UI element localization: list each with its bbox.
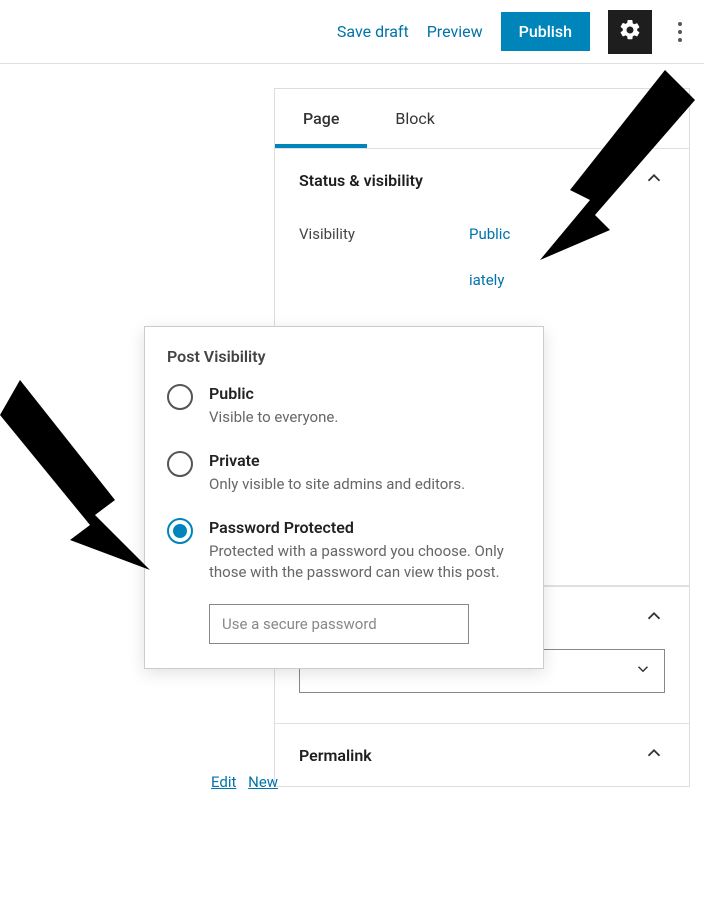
save-draft-button[interactable]: Save draft — [337, 22, 409, 41]
visibility-option-public[interactable]: Public Visible to everyone. — [167, 384, 521, 429]
permalink-section: Permalink — [275, 723, 689, 786]
option-desc: Only visible to site admins and editors. — [209, 474, 465, 496]
section-title: Permalink — [299, 746, 372, 765]
option-label: Password Protected — [209, 518, 521, 537]
tab-page[interactable]: Page — [275, 89, 367, 148]
option-label: Public — [209, 384, 338, 403]
popover-title: Post Visibility — [167, 347, 521, 366]
permalink-toggle[interactable]: Permalink — [275, 724, 689, 786]
option-label: Private — [209, 451, 465, 470]
section-title: Status & visibility — [299, 171, 423, 190]
chevron-up-icon — [643, 742, 665, 768]
visibility-popover: Post Visibility Public Visible to everyo… — [144, 326, 544, 669]
editor-topbar: Save draft Preview Publish — [0, 0, 704, 64]
chevron-down-icon — [634, 660, 652, 682]
visibility-label: Visibility — [299, 225, 469, 243]
new-link[interactable]: New — [248, 773, 278, 791]
tab-block[interactable]: Block — [367, 89, 462, 148]
preview-button[interactable]: Preview — [427, 22, 483, 41]
annotation-arrow — [0, 370, 180, 594]
settings-button[interactable] — [608, 10, 652, 54]
password-input[interactable] — [209, 604, 469, 644]
gear-icon — [618, 18, 642, 46]
edit-link[interactable]: Edit — [211, 773, 236, 791]
annotation-arrow — [500, 60, 700, 284]
visibility-option-private[interactable]: Private Only visible to site admins and … — [167, 451, 521, 496]
visibility-option-password[interactable]: Password Protected Protected with a pass… — [167, 518, 521, 585]
publish-button[interactable]: Publish — [501, 12, 590, 51]
dots-icon — [678, 22, 682, 26]
option-desc: Protected with a password you choose. On… — [209, 541, 521, 585]
edit-new-links: Edit New — [187, 773, 286, 791]
chevron-up-icon — [643, 605, 665, 631]
more-menu-button[interactable] — [670, 14, 690, 50]
option-desc: Visible to everyone. — [209, 407, 338, 429]
